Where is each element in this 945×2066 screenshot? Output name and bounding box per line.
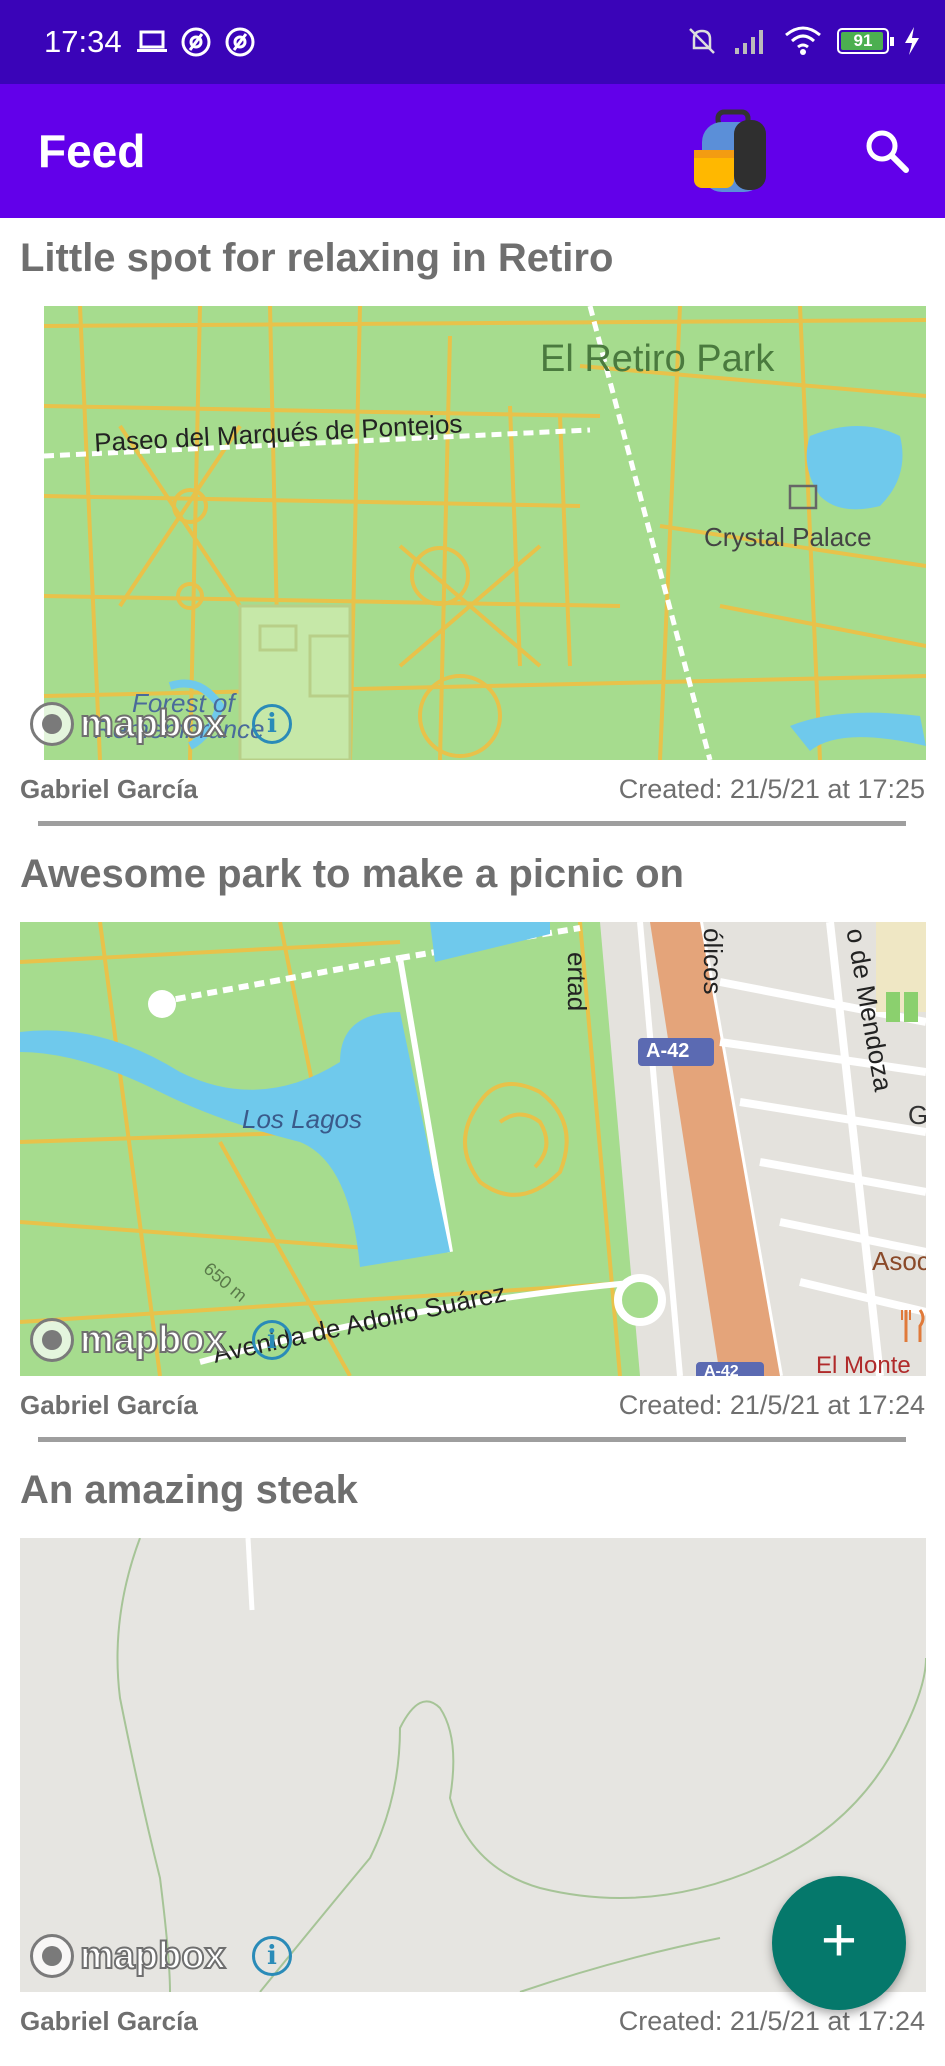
backpack-icon <box>694 109 766 192</box>
add-post-button[interactable]: + <box>772 1876 906 2010</box>
map-label: ólicos <box>698 928 728 995</box>
app-bar: Feed <box>0 84 945 218</box>
status-time: 17:34 <box>44 24 122 59</box>
info-icon[interactable]: i <box>252 704 292 744</box>
wifi-icon <box>785 26 821 55</box>
map-label: A-42 <box>646 1040 690 1062</box>
divider <box>38 1437 906 1442</box>
mapbox-logo[interactable]: mapbox <box>30 702 227 746</box>
at-icon <box>225 27 255 57</box>
mapbox-wordmark: mapbox <box>79 1934 227 1978</box>
status-icons-right: 91 <box>685 24 921 58</box>
info-icon[interactable]: i <box>252 1936 292 1976</box>
map-label: Asoc <box>872 1246 926 1276</box>
post-card[interactable]: Awesome park to make a picnic on Los Lag… <box>0 834 945 1450</box>
mute-icon <box>689 28 715 54</box>
mapbox-wordmark: mapbox <box>79 702 227 746</box>
battery-level: 91 <box>853 31 873 50</box>
map-label: A-42 <box>704 1363 739 1376</box>
divider <box>38 821 906 826</box>
post-title: An amazing steak <box>20 1468 358 1512</box>
mapbox-wordmark: mapbox <box>79 1318 227 1362</box>
laptop-icon <box>137 30 167 52</box>
post-author: Gabriel García <box>20 774 198 804</box>
restaurant-icon <box>901 1309 925 1342</box>
battery-icon: 91 <box>837 28 894 54</box>
mapbox-logo[interactable]: mapbox <box>30 1318 227 1362</box>
post-author: Gabriel García <box>20 1390 198 1420</box>
post-created-date: Created: 21/5/21 at 17:24 <box>618 2006 925 2036</box>
map-view[interactable]: Los Lagos Avenida de Adolfo Suárez A-42 … <box>20 922 926 1376</box>
mapbox-logo[interactable]: mapbox <box>30 1934 227 1978</box>
status-icons-left <box>136 26 256 58</box>
post-card[interactable]: Little spot for relaxing in Retiro El Re… <box>0 218 945 834</box>
map-view[interactable]: El Retiro Park Paseo del Marqués de Pont… <box>20 306 926 760</box>
signal-icon <box>735 30 763 54</box>
page-title: Feed <box>38 125 146 177</box>
feed-list: Little spot for relaxing in Retiro El Re… <box>0 218 945 2066</box>
post-created-date: Created: 21/5/21 at 17:25 <box>618 774 925 804</box>
at-icon <box>181 27 211 57</box>
add-icon: + <box>820 1906 858 1975</box>
map-label: G <box>908 1100 926 1130</box>
map-label: Los Lagos <box>242 1104 362 1134</box>
post-title: Awesome park to make a picnic on <box>20 852 684 896</box>
map-label: ertad <box>562 952 592 1012</box>
status-bar: 17:34 91 <box>0 0 945 84</box>
map-label: El Monte <box>816 1352 911 1376</box>
search-icon[interactable] <box>862 126 912 176</box>
charging-icon <box>905 27 919 55</box>
map-label: El Retiro Park <box>540 338 775 380</box>
post-author: Gabriel García <box>20 2006 198 2036</box>
info-icon[interactable]: i <box>252 1320 292 1360</box>
post-title: Little spot for relaxing in Retiro <box>20 236 614 280</box>
map-label: Crystal Palace <box>704 522 872 552</box>
post-created-date: Created: 21/5/21 at 17:24 <box>618 1390 925 1420</box>
